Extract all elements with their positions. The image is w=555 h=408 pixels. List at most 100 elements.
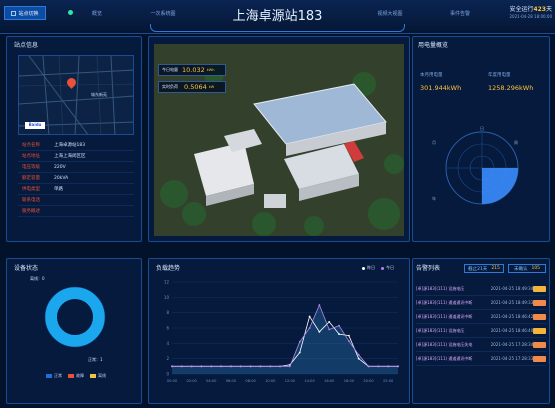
site-info-title: 站点信息 [14,42,39,49]
alarm-text: [卓]源183](111) 通道通讯中断 [416,299,473,305]
y-tick-label: 0 [166,372,169,377]
realtime-load-value: 0.5064 [184,83,207,91]
device-status-legend: 正常 故障 离线 [46,373,106,379]
legend-fault-label: 故障 [76,373,84,378]
x-tick-label: 12:00 [285,379,296,383]
legend-yesterday-dot [362,266,365,270]
y-tick-label: 6 [166,326,169,331]
today-energy-card: 今日电量 10.032 kWh [158,64,226,76]
polar-label-day: 日 [480,126,484,131]
alarm-tab-recent-label: 截止21天 [468,266,488,272]
timestamp: 2021-04-28 18:00:00 [509,14,552,19]
alarm-text: [卓]源183](111) 设施电压 [416,327,465,333]
x-tick-label: 02:00 [186,379,197,383]
data-point [397,365,399,368]
alarm-date: 2021-04-25 17:28:34 [490,342,534,347]
data-point [289,365,291,368]
data-point [200,365,203,368]
site-info-table: 站点名称 上海卓源站183 站点地址 上海上海闵区区 电压等级 220V 额定容量 20… [18,140,134,218]
alarm-level-tag [533,355,546,362]
y-tick-label: 4 [166,341,169,346]
site-aerial-image[interactable]: 今日电量 10.032 kWh 实时负荷 0.5064 kW [154,44,404,236]
alarm-text: [卓]源183](111) 通道通讯中断 [416,355,473,361]
data-point [318,304,321,306]
series-line-today [172,303,398,367]
alarm-date: 2021-04-25 18:46:42 [490,314,534,319]
polar-label-week: 周 [514,140,518,145]
data-point [377,365,380,368]
alarm-item[interactable]: [卓]源183](111) 设施电压 2021-04-25 18:46:40 [416,324,546,338]
alarm-item[interactable]: [卓]源183](111) 设施电压失电 2021-04-25 17:28:34 [416,338,546,352]
nav-overview[interactable]: 概览 [82,6,112,20]
data-point [171,365,173,368]
nav-single-line-diagram[interactable]: 一次系统图 [138,6,188,20]
alarm-date: 2021-04-25 17:28:33 [490,356,534,361]
alarm-item[interactable]: [卓]源183](111) 通道通讯中断 2021-04-25 18:49:33 [416,296,546,310]
data-point [230,365,232,368]
title-decoration [150,24,405,32]
today-energy-label: 今日电量 [162,67,178,72]
alarm-item[interactable]: [卓]源183](111) 设施电压 2021-04-25 18:49:34 [416,282,546,296]
alarm-item[interactable]: [卓]源183](111) 通道通讯中断 2021-04-25 18:46:42 [416,310,546,324]
data-point [387,365,390,368]
y-tick-label: 12 [164,280,170,285]
home-icon [68,10,73,15]
nav-video-view[interactable]: 视频大视图 [370,6,410,20]
x-tick-label: 18:00 [344,379,355,383]
month-energy-label: 本月用电量 [420,73,443,78]
map-place-label: 城东新苑 [91,92,107,97]
alarm-date: 2021-04-25 18:49:33 [490,300,534,305]
alarm-level-tag [533,285,546,292]
y-tick-label: 8 [166,310,169,315]
x-tick-label: 16:00 [324,379,335,383]
data-point [338,333,340,336]
nav-alarm-label: 事件告警 [449,10,470,17]
alarm-tab-unconfirmed[interactable]: 未确认 105 [508,264,546,273]
data-point [210,365,213,368]
data-point [298,351,301,354]
alarm-level-tag [533,341,546,348]
x-tick-label: 22:00 [383,379,394,383]
site-switch-button[interactable]: 站点切换 [4,6,46,20]
alarm-level-tag [533,327,546,334]
data-point [338,324,340,327]
safe-run-days: 安全运行423天 [509,6,552,13]
alarm-title: 告警列表 [416,265,441,272]
site-map[interactable]: 城东新苑 Baidu [18,55,134,135]
alarm-tab-recent[interactable]: 截止21天 215 [464,264,504,273]
map-provider-logo: Baidu [25,122,45,129]
data-point [308,327,311,329]
today-energy-unit: kWh [206,68,215,72]
data-point [357,357,360,360]
power-overview-title: 用电量概览 [418,42,449,49]
alarm-level-tag [533,313,546,320]
load-trend-title: 负载趋势 [156,265,181,272]
x-tick-label: 00:00 [167,379,178,383]
alarm-item[interactable]: [卓]源183](111) 通道通讯中断 2021-04-25 17:28:33 [416,352,546,366]
data-point [180,365,183,368]
alarm-tab-unconfirmed-label: 未确认 [513,266,528,272]
alarm-tab-recent-count: 215 [491,266,500,271]
legend-yesterday-label: 昨日 [367,265,375,270]
alarm-level-tag [533,299,546,306]
legend-normal-label: 正常 [54,373,62,378]
data-point [220,365,223,368]
alarm-list: [卓]源183](111) 设施电压 2021-04-25 18:49:34 [卓… [416,282,546,366]
data-point [190,365,193,368]
data-point [239,365,242,368]
x-tick-label: 06:00 [226,379,237,383]
legend-fault-swatch [68,374,74,378]
today-energy-value: 10.032 [182,66,205,74]
device-status-title: 设备状态 [14,265,39,272]
x-tick-label: 10:00 [265,379,276,383]
x-tick-label: 14:00 [304,379,315,383]
y-tick-label: 2 [166,356,169,361]
data-point [347,340,350,342]
data-point [347,334,350,337]
info-row: 供电类型 单路 [18,184,134,195]
polar-label-month: 月 [432,140,436,145]
grid-icon [11,10,17,16]
data-point [279,365,281,368]
info-row: 联系电话 [18,195,134,206]
legend-today-dot [381,266,384,270]
